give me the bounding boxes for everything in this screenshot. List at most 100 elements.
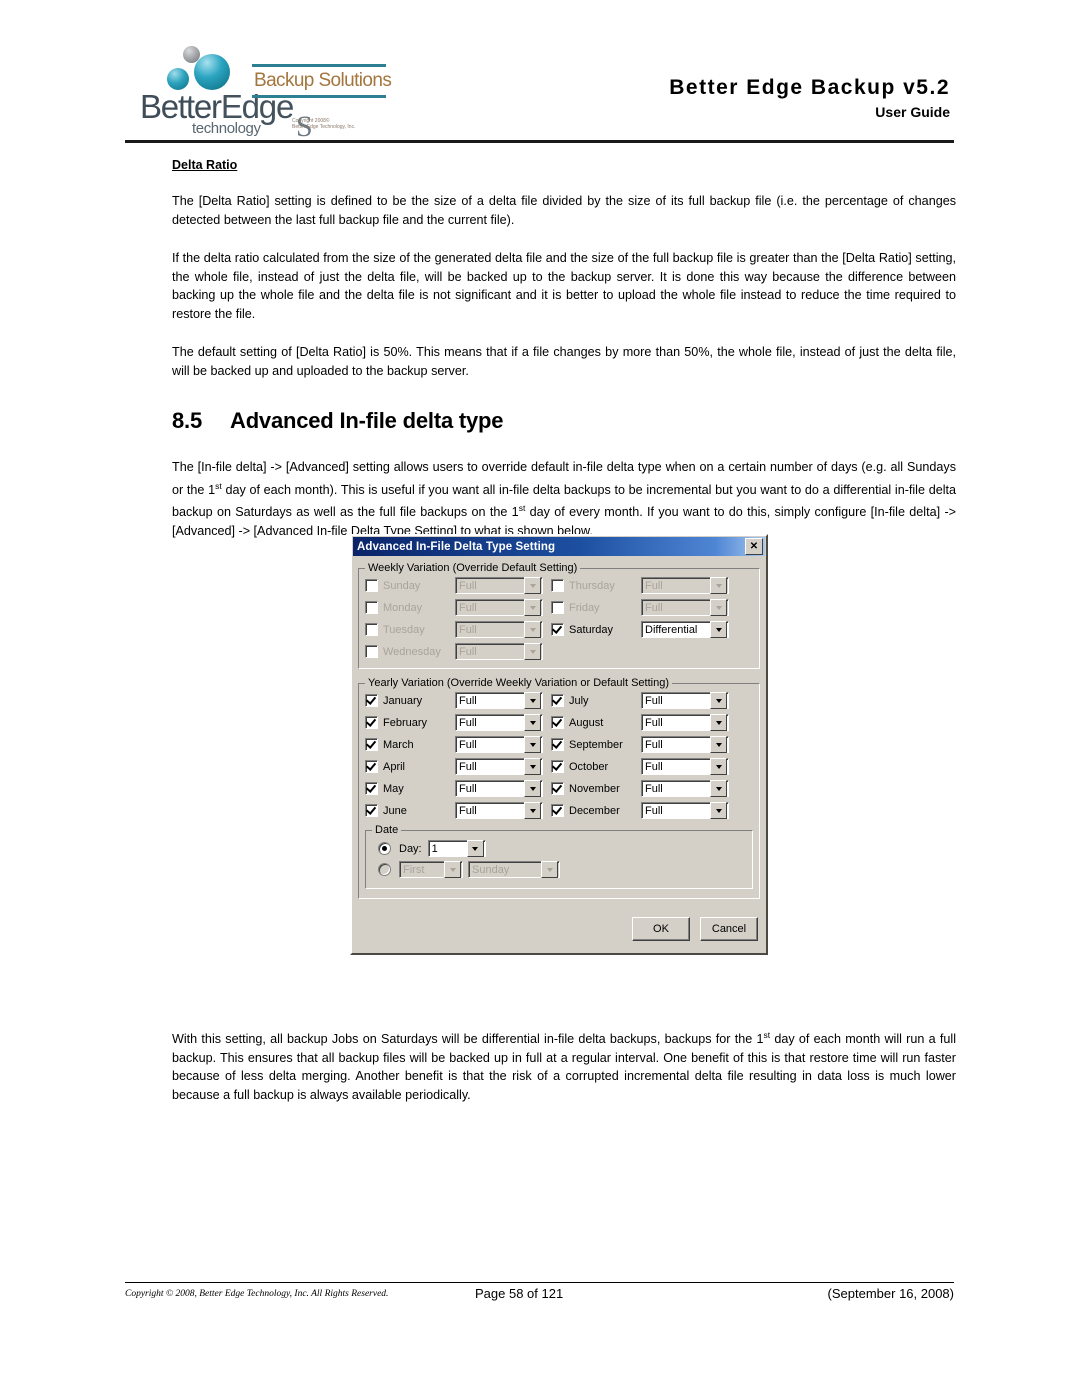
solutions-rule-bottom — [252, 95, 386, 98]
radio-day-of-month[interactable] — [378, 842, 391, 855]
combo-january-delta-type[interactable]: Full — [455, 692, 543, 709]
cancel-button[interactable]: Cancel — [700, 917, 758, 941]
checkbox-january[interactable] — [365, 694, 378, 707]
combo-wednesday-delta-type[interactable]: Full — [455, 643, 543, 660]
combo-october-delta-type[interactable]: Full — [641, 758, 729, 775]
checkbox-may[interactable] — [365, 782, 378, 795]
logo-copyright-line2: Better Edge Technology, Inc. — [292, 124, 356, 130]
close-icon[interactable]: ✕ — [745, 538, 763, 555]
checkbox-april[interactable] — [365, 760, 378, 773]
chevron-down-icon — [524, 692, 541, 709]
yearly-row-december: December Full — [551, 801, 729, 820]
combo-may-value: Full — [459, 782, 477, 795]
header-document-type: User Guide — [875, 104, 950, 120]
combo-day-number[interactable]: 1 — [427, 840, 486, 857]
checkbox-wednesday[interactable] — [365, 645, 378, 658]
weekly-variation-legend: Weekly Variation (Override Default Setti… — [368, 562, 578, 574]
advanced-in-file-delta-type-setting-dialog: Advanced In-File Delta Type Setting ✕ We… — [350, 534, 768, 955]
para4-superscript-1: st — [215, 480, 222, 491]
checkbox-monday[interactable] — [365, 601, 378, 614]
yearly-row-october: October Full — [551, 757, 729, 776]
weekly-variation-group: Weekly Variation (Override Default Setti… — [358, 562, 760, 669]
combo-march-delta-type[interactable]: Full — [455, 736, 543, 753]
checkbox-saturday[interactable] — [551, 623, 564, 636]
weekly-row-wednesday: Wednesday Full — [365, 642, 543, 661]
combo-november-delta-type[interactable]: Full — [641, 780, 729, 797]
combo-weekday[interactable]: Sunday — [468, 861, 560, 878]
label-thursday: Thursday — [569, 579, 615, 592]
checkbox-november[interactable] — [551, 782, 564, 795]
checkbox-june[interactable] — [365, 804, 378, 817]
logo-spheres-icon — [154, 46, 234, 94]
combo-may-delta-type[interactable]: Full — [455, 780, 543, 797]
label-january: January — [383, 694, 423, 707]
weekly-variation-grid: Sunday Full Thursday Full Monday Full Fr… — [365, 576, 753, 661]
date-day-row: Day: 1 — [372, 838, 746, 859]
logo-sphere-small-teal-icon — [167, 68, 189, 90]
header-product-title: Better Edge Backup v5.2 — [669, 76, 950, 99]
combo-june-value: Full — [459, 804, 477, 817]
combo-august-value: Full — [645, 716, 663, 729]
ok-button[interactable]: OK — [632, 917, 690, 941]
sub-heading-delta-ratio: Delta Ratio — [172, 158, 238, 172]
paragraph-delta-ratio-definition: The [Delta Ratio] setting is defined to … — [172, 194, 956, 227]
solutions-label: Backup Solutions — [254, 70, 392, 91]
combo-june-delta-type[interactable]: Full — [455, 802, 543, 819]
checkbox-march[interactable] — [365, 738, 378, 751]
dialog-body: Weekly Variation (Override Default Setti… — [352, 557, 766, 899]
chevron-down-icon — [524, 736, 541, 753]
checkbox-thursday[interactable] — [551, 579, 564, 592]
combo-october-value: Full — [645, 760, 663, 773]
combo-sunday-value: Full — [459, 579, 477, 592]
combo-ordinal-value: First — [403, 863, 425, 876]
yearly-row-september: September Full — [551, 735, 729, 754]
combo-february-value: Full — [459, 716, 477, 729]
checkbox-october[interactable] — [551, 760, 564, 773]
chevron-down-icon — [710, 736, 727, 753]
footer-page-number: Page 58 of 121 — [475, 1286, 564, 1301]
chevron-down-icon — [710, 692, 727, 709]
checkbox-august[interactable] — [551, 716, 564, 729]
checkbox-december[interactable] — [551, 804, 564, 817]
combo-sunday-delta-type[interactable]: Full — [455, 577, 543, 594]
combo-day-number-value: 1 — [431, 842, 438, 855]
chevron-down-icon — [710, 780, 727, 797]
dialog-title: Advanced In-File Delta Type Setting — [357, 540, 556, 553]
section-title: Advanced In-file delta type — [230, 408, 504, 433]
checkbox-tuesday[interactable] — [365, 623, 378, 636]
combo-tuesday-delta-type[interactable]: Full — [455, 621, 543, 638]
combo-august-delta-type[interactable]: Full — [641, 714, 729, 731]
paragraph-delta-ratio-default: The default setting of [Delta Ratio] is … — [172, 345, 956, 378]
label-march: March — [383, 738, 414, 751]
combo-monday-delta-type[interactable]: Full — [455, 599, 543, 616]
combo-september-delta-type[interactable]: Full — [641, 736, 729, 753]
chevron-down-icon — [444, 861, 461, 878]
checkbox-july[interactable] — [551, 694, 564, 707]
paragraph-delta-ratio-behavior: If the delta ratio calculated from the s… — [172, 251, 956, 321]
checkbox-september[interactable] — [551, 738, 564, 751]
combo-july-delta-type[interactable]: Full — [641, 692, 729, 709]
footer-date: (September 16, 2008) — [827, 1286, 954, 1301]
chevron-down-icon — [710, 599, 727, 616]
radio-nth-weekday[interactable] — [378, 863, 391, 876]
combo-saturday-value: Differential — [645, 623, 698, 636]
combo-thursday-delta-type[interactable]: Full — [641, 577, 729, 594]
combo-friday-delta-type[interactable]: Full — [641, 599, 729, 616]
checkbox-friday[interactable] — [551, 601, 564, 614]
label-april: April — [383, 760, 406, 773]
label-july: July — [569, 694, 589, 707]
chevron-down-icon — [524, 714, 541, 731]
combo-december-delta-type[interactable]: Full — [641, 802, 729, 819]
checkbox-february[interactable] — [365, 716, 378, 729]
combo-ordinal[interactable]: First — [399, 861, 463, 878]
combo-february-delta-type[interactable]: Full — [455, 714, 543, 731]
combo-april-delta-type[interactable]: Full — [455, 758, 543, 775]
document-page: BetterEdge technology S Backup Solutions… — [0, 0, 1080, 1397]
backup-solutions-badge: Backup Solutions — [252, 64, 392, 98]
combo-saturday-delta-type[interactable]: Differential — [641, 621, 729, 638]
checkbox-sunday[interactable] — [365, 579, 378, 592]
date-weekday-row: First Sunday — [372, 859, 746, 880]
dialog-footer: OK Cancel — [352, 907, 766, 953]
label-june: June — [383, 804, 407, 817]
label-may: May — [383, 782, 404, 795]
